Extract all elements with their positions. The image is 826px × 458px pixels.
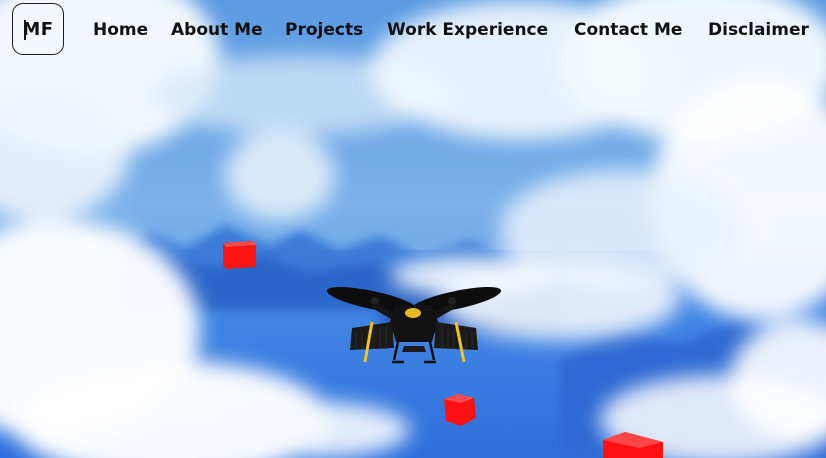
nav-link-about-me[interactable]: About Me <box>171 18 263 42</box>
nav-link-work-experience[interactable]: Work Experience <box>387 18 548 42</box>
nav-link-disclaimer[interactable]: Disclaimer <box>708 18 809 42</box>
logo-button[interactable]: MF <box>12 3 64 55</box>
nav-link-projects[interactable]: Projects <box>285 18 363 42</box>
top-navigation: MF Home About Me Projects Work Experienc… <box>0 0 826 62</box>
drone-sky-scene <box>0 0 826 458</box>
nav-link-contact-me[interactable]: Contact Me <box>574 18 682 42</box>
nav-link-home[interactable]: Home <box>93 18 148 42</box>
red-cube <box>223 241 256 269</box>
